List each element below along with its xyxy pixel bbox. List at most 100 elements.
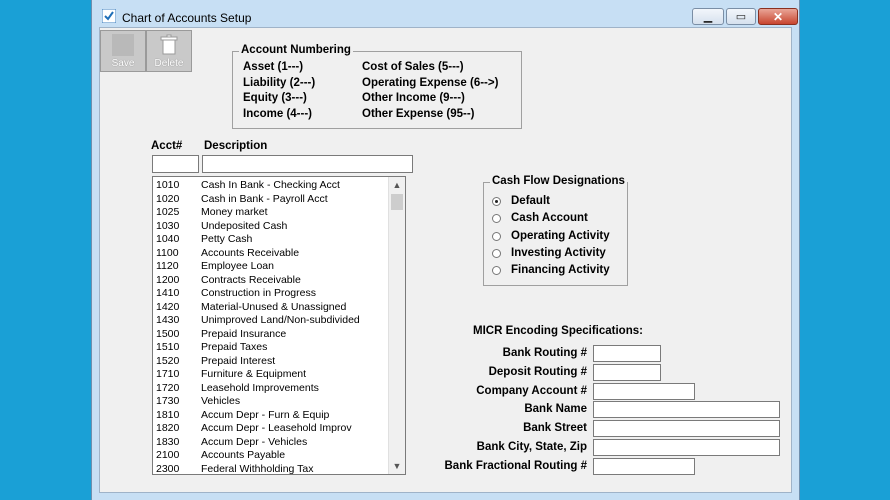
radio-label: Investing Activity	[511, 246, 606, 259]
account-description: Accum Depr - Vehicles	[201, 435, 308, 448]
bank-street-input[interactable]	[593, 420, 780, 437]
table-row[interactable]: 1510 Prepaid Taxes	[153, 341, 389, 354]
account-description: Vehicles	[201, 395, 241, 407]
save-button-label: Save	[111, 58, 135, 69]
radio-button-icon[interactable]	[492, 266, 501, 276]
company-account-label: Company Account #	[476, 385, 587, 397]
account-numbering-group: Account Numbering Asset (1---) Liability…	[232, 44, 522, 129]
close-icon: ✕	[772, 9, 784, 24]
account-description: Federal Withholding Tax	[201, 462, 314, 475]
account-number: 1040	[156, 233, 180, 245]
bank-fractional-routing-label: Bank Fractional Routing #	[444, 460, 588, 472]
cash-flow-group: Cash Flow Designations Default Cash Accou…	[483, 175, 628, 286]
account-number: 1430	[156, 314, 180, 326]
account-description: Cash In Bank - Checking Acct	[201, 179, 340, 191]
table-row[interactable]: 1830 Accum Depr - Vehicles	[153, 436, 389, 449]
table-row[interactable]: 1430 Unimproved Land/Non-subdivided	[153, 314, 389, 327]
account-description: Petty Cash	[201, 233, 253, 245]
bank-city-state-zip-label: Bank City, State, Zip	[476, 441, 587, 453]
description-column-header: Description	[204, 140, 268, 152]
table-row[interactable]: 1030 Undeposited Cash	[153, 220, 389, 233]
account-number: 1010	[156, 179, 180, 191]
radio-button-icon[interactable]	[492, 248, 501, 258]
table-row[interactable]: 1200 Contracts Receivable	[153, 274, 389, 287]
app-window: Chart of Accounts Setup ▁ ▭ ✕ Save Delet…	[91, 0, 800, 500]
accounts-list[interactable]: 1010 Cash In Bank - Checking Acct 1020 Cash…	[152, 176, 406, 475]
table-row[interactable]: 1010 Cash In Bank - Checking Acct	[153, 179, 389, 192]
account-number: 1025	[156, 206, 180, 218]
client-area: Save Delete Account Numbering Asset (1--…	[99, 27, 792, 493]
scroll-down-icon[interactable]: ▼	[389, 458, 405, 474]
radio-operating-activity[interactable]: Operating Activity	[492, 230, 617, 244]
account-range-asset: Asset (1---)	[243, 61, 304, 73]
account-range-income: Income (4---)	[243, 108, 312, 120]
table-row[interactable]: 2300 Federal Withholding Tax	[153, 462, 389, 475]
account-range-other-expense: Other Expense (95--)	[362, 108, 475, 120]
radio-financing-activity[interactable]: Financing Activity	[492, 264, 617, 278]
account-range-operating-expense: Operating Expense (6-->)	[362, 77, 499, 89]
account-number: 1500	[156, 327, 180, 340]
maximize-button[interactable]: ▭	[726, 8, 756, 25]
account-number: 1830	[156, 435, 180, 448]
description-filter-input[interactable]	[202, 155, 413, 173]
minimize-button[interactable]: ▁	[692, 8, 724, 25]
delete-button[interactable]: Delete	[146, 30, 192, 72]
table-row[interactable]: 1040 Petty Cash	[153, 233, 389, 246]
radio-label: Cash Account	[511, 212, 588, 225]
scroll-up-icon[interactable]: ▲	[389, 177, 405, 193]
account-description: Leasehold Improvements	[201, 381, 319, 394]
radio-button-icon[interactable]	[492, 231, 501, 241]
bank-name-label: Bank Name	[524, 403, 587, 415]
account-description: Prepaid Taxes	[201, 341, 268, 353]
radio-button-icon[interactable]	[492, 214, 501, 224]
account-range-liability: Liability (2---)	[243, 77, 316, 89]
acct-filter-input[interactable]	[152, 155, 199, 173]
bank-name-input[interactable]	[593, 401, 780, 418]
radio-investing-activity[interactable]: Investing Activity	[492, 247, 617, 261]
account-number: 1520	[156, 354, 180, 367]
table-row[interactable]: 2100 Accounts Payable	[153, 449, 389, 462]
table-row[interactable]: 1500 Prepaid Insurance	[153, 328, 389, 341]
radio-cash-account[interactable]: Cash Account	[492, 212, 617, 226]
radio-default[interactable]: Default	[492, 195, 617, 209]
account-description: Construction in Progress	[201, 287, 316, 299]
account-number: 1200	[156, 273, 180, 286]
micr-title: MICR Encoding Specifications:	[473, 325, 643, 337]
deposit-routing-input[interactable]	[593, 364, 661, 381]
save-button[interactable]: Save	[100, 30, 146, 72]
deposit-routing-label: Deposit Routing #	[488, 366, 587, 378]
table-row[interactable]: 1420 Material-Unused & Unassigned	[153, 301, 389, 314]
table-row[interactable]: 1810 Accum Depr - Furn & Equip	[153, 409, 389, 422]
account-number: 1730	[156, 395, 180, 407]
account-description: Contracts Receivable	[201, 273, 301, 286]
company-account-input[interactable]	[593, 383, 695, 400]
table-row[interactable]: 1100 Accounts Receivable	[153, 247, 389, 260]
window-title: Chart of Accounts Setup	[122, 11, 252, 25]
account-number: 1120	[156, 260, 179, 272]
delete-button-label: Delete	[154, 58, 184, 69]
bank-fractional-routing-input[interactable]	[593, 458, 695, 475]
account-number: 1420	[156, 300, 180, 313]
table-row[interactable]: 1820 Accum Depr - Leasehold Improv	[153, 422, 389, 435]
bank-routing-input[interactable]	[593, 345, 661, 362]
radio-button-icon[interactable]	[492, 197, 501, 206]
close-button[interactable]: ✕	[758, 8, 798, 25]
account-number: 1020	[156, 192, 180, 205]
table-row[interactable]: 1520 Prepaid Interest	[153, 355, 389, 368]
table-row[interactable]: 1410 Construction in Progress	[153, 287, 389, 300]
table-row[interactable]: 1020 Cash in Bank - Payroll Acct	[153, 193, 389, 206]
bank-city-state-zip-input[interactable]	[593, 439, 780, 456]
account-description: Undeposited Cash	[201, 219, 288, 232]
account-range-equity: Equity (3---)	[243, 92, 307, 104]
table-row[interactable]: 1710 Furniture & Equipment	[153, 368, 389, 381]
scroll-thumb[interactable]	[391, 194, 403, 210]
account-description: Material-Unused & Unassigned	[201, 300, 347, 313]
table-row[interactable]: 1720 Leasehold Improvements	[153, 382, 389, 395]
list-scrollbar[interactable]: ▲ ▼	[388, 177, 405, 474]
table-row[interactable]: 1025 Money market	[153, 206, 389, 219]
table-row[interactable]: 1120 Employee Loan	[153, 260, 389, 273]
trash-icon	[160, 34, 178, 55]
radio-label: Operating Activity	[511, 229, 610, 242]
table-row[interactable]: 1730 Vehicles	[153, 395, 389, 408]
minimize-icon: ▁	[703, 11, 713, 23]
